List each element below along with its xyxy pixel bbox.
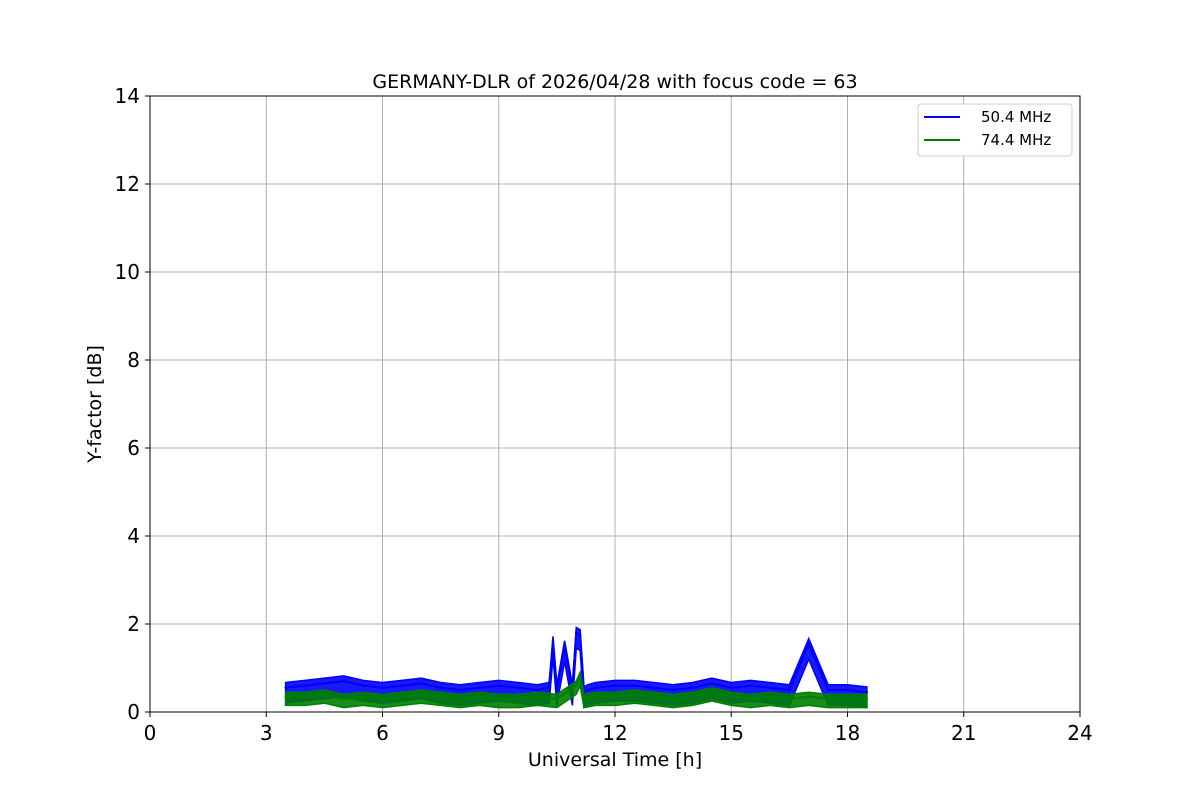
data-point: [361, 695, 365, 698]
chart-title: GERMANY-DLR of 2026/04/28 with focus cod…: [372, 71, 857, 93]
data-point: [633, 684, 636, 687]
data-point: [613, 684, 617, 687]
data-point: [807, 695, 810, 698]
data-point: [730, 695, 733, 698]
legend: 50.4 MHz 74.4 MHz: [917, 103, 1073, 157]
data-point: [400, 684, 404, 687]
x-tick-label: 24: [1067, 721, 1092, 745]
data-point: [361, 684, 365, 687]
data-point: [516, 697, 520, 700]
data-point: [497, 697, 500, 700]
data-point: [536, 695, 539, 698]
data-point: [594, 686, 597, 689]
data-point: [846, 697, 849, 700]
data-point: [555, 697, 559, 700]
data-point: [582, 697, 586, 700]
data-point: [303, 695, 307, 698]
y-tick-label: 12: [115, 172, 140, 196]
x-tick-label: 6: [376, 721, 389, 745]
x-tick-label: 3: [260, 721, 273, 745]
data-point: [652, 695, 655, 698]
data-point: [420, 682, 423, 685]
data-point: [555, 688, 559, 692]
data-point: [458, 688, 462, 692]
x-tick-label: 21: [951, 721, 976, 745]
y-tick-label: 4: [127, 524, 140, 548]
data-point: [633, 693, 636, 696]
data-point: [458, 697, 462, 700]
y-tick-label: 6: [127, 436, 140, 460]
x-tick-label: 9: [492, 721, 505, 745]
data-point: [381, 697, 384, 700]
data-point: [691, 695, 694, 698]
data-point: [749, 684, 752, 687]
data-point: [586, 688, 590, 692]
x-tick-label: 15: [719, 721, 744, 745]
data-point: [439, 695, 442, 698]
data-point: [578, 633, 582, 637]
y-axis-label: Y-factor [dB]: [84, 345, 106, 464]
x-axis-label: Universal Time [h]: [528, 749, 702, 771]
data-point: [826, 688, 830, 692]
data-point: [652, 686, 655, 689]
data-point: [439, 686, 442, 689]
x-tick-label: 0: [144, 721, 157, 745]
y-tick-label: 14: [115, 84, 140, 108]
data-point: [788, 697, 791, 700]
data-point: [710, 682, 714, 685]
data-point: [284, 686, 287, 689]
data-point: [303, 684, 307, 687]
data-point: [710, 691, 714, 694]
data-point: [497, 684, 500, 687]
data-point: [323, 693, 326, 696]
data-point: [865, 691, 869, 694]
x-tick-label: 12: [602, 721, 627, 745]
data-point: [671, 697, 675, 700]
data-point: [691, 686, 694, 689]
data-point: [807, 642, 810, 645]
data-point: [768, 695, 772, 698]
data-point: [826, 697, 830, 700]
data-point: [846, 688, 849, 692]
data-point: [478, 686, 481, 689]
data-point: [323, 682, 326, 685]
data-point: [516, 686, 520, 689]
y-tick-label: 10: [115, 260, 140, 284]
data-point: [400, 695, 404, 698]
data-point: [575, 631, 578, 634]
y-tick-label: 0: [127, 700, 140, 724]
legend-label-50-4: 50.4 MHz: [981, 108, 1051, 126]
data-point: [284, 695, 287, 698]
data-point: [730, 686, 733, 689]
data-point: [563, 644, 566, 648]
data-point: [547, 686, 551, 689]
data-point: [671, 688, 675, 692]
data-point: [578, 675, 582, 678]
data-point: [342, 697, 345, 700]
data-point: [536, 688, 539, 692]
data-point: [865, 697, 869, 700]
x-tick-label: 18: [835, 721, 860, 745]
data-point: [613, 695, 617, 698]
data-point: [788, 688, 791, 692]
data-point: [381, 686, 384, 689]
legend-label-74-4: 74.4 MHz: [981, 131, 1051, 149]
data-point: [420, 693, 423, 696]
chart: GERMANY-DLR of 2026/04/28 with focus cod…: [0, 0, 1200, 800]
data-point: [342, 680, 345, 683]
data-point: [594, 695, 597, 698]
data-point: [749, 697, 752, 700]
y-tick-label: 2: [127, 612, 140, 636]
y-tick-label: 8: [127, 348, 140, 372]
data-point: [478, 695, 481, 698]
data-point: [551, 640, 555, 643]
data-point: [768, 686, 772, 689]
data-point: [575, 684, 578, 687]
